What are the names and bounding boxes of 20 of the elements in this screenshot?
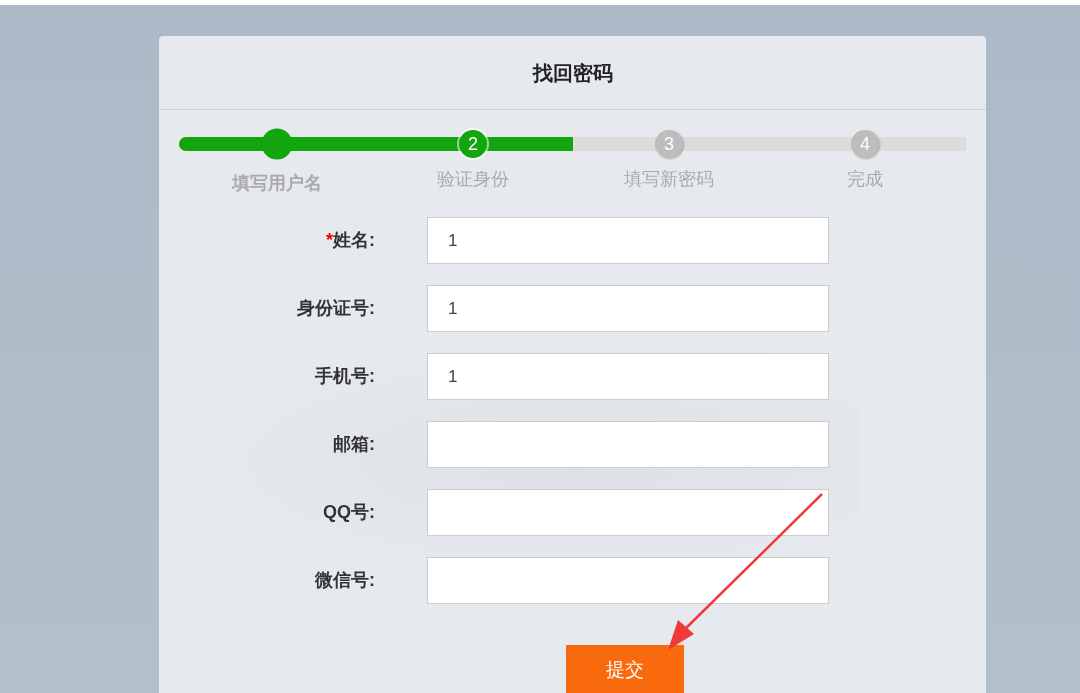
input-field[interactable] (427, 421, 829, 468)
field-label: 微信号: (313, 569, 376, 592)
field-label: QQ号: (322, 501, 376, 524)
input-field[interactable]: 1 (427, 353, 829, 400)
step-marker: 3 (655, 130, 683, 158)
step-label: 完成 (847, 168, 883, 191)
input-field[interactable] (427, 489, 829, 536)
field-label: 手机号: (314, 365, 376, 388)
field-label: *姓名: (325, 229, 376, 252)
input-field[interactable]: 1 (427, 217, 829, 264)
step-marker: 4 (851, 130, 879, 158)
step-label: 填写用户名 (232, 172, 322, 195)
field-label: 邮箱: (332, 433, 376, 456)
step-label: 验证身份 (437, 168, 509, 191)
step-label: 填写新密码 (624, 168, 714, 191)
field-label: 身份证号: (296, 297, 376, 320)
input-field[interactable] (427, 557, 829, 604)
page-title: 找回密码 (532, 60, 613, 86)
input-field[interactable]: 1 (427, 285, 829, 332)
step-marker: 2 (459, 130, 487, 158)
